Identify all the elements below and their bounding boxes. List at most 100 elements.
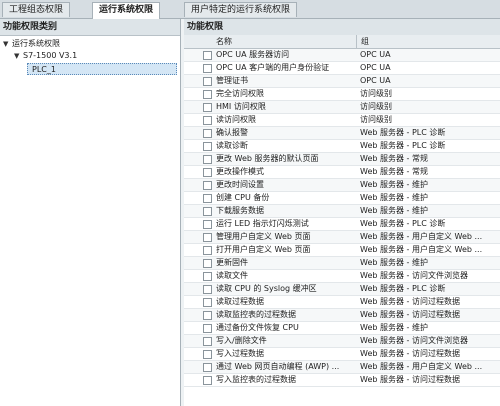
- table-row[interactable]: 管理用户自定义 Web 页面 Web 服务器 - 用户自定义 Web ...: [184, 231, 500, 244]
- tab-bar: 工程组态权限 运行系统权限 用户特定的运行系统权限: [0, 0, 500, 19]
- permission-name: 更改时间设置: [216, 180, 264, 189]
- permissions-table: OPC UA 服务器访问 OPC UA OPC UA 客户端的用户身份验证 OPC U…: [184, 49, 500, 387]
- permission-checkbox[interactable]: [203, 259, 212, 268]
- tree-item-plc-1[interactable]: PLC_1: [27, 63, 177, 75]
- permission-name: 确认报警: [216, 128, 248, 137]
- table-row[interactable]: 写入/删除文件 Web 服务器 - 访问文件浏览器: [184, 335, 500, 348]
- permission-checkbox[interactable]: [203, 350, 212, 359]
- permission-checkbox[interactable]: [203, 363, 212, 372]
- permission-checkbox[interactable]: [203, 337, 212, 346]
- permission-group: Web 服务器 - 访问过程数据: [360, 375, 460, 384]
- permission-group: Web 服务器 - PLC 诊断: [360, 128, 446, 137]
- permission-checkbox[interactable]: [203, 246, 212, 255]
- permission-group: Web 服务器 - 常规: [360, 154, 428, 163]
- table-row[interactable]: OPC UA 服务器访问 OPC UA: [184, 49, 500, 62]
- permission-checkbox[interactable]: [203, 311, 212, 320]
- permission-checkbox[interactable]: [203, 155, 212, 164]
- table-row[interactable]: 更改 Web 服务器的默认页面 Web 服务器 - 常规: [184, 153, 500, 166]
- permission-checkbox[interactable]: [203, 90, 212, 99]
- table-row[interactable]: 通过 Web 网页自动编程 (AWP) ... Web 服务器 - 用户自定义 W…: [184, 361, 500, 374]
- table-row[interactable]: HMI 访问权限 访问级别: [184, 101, 500, 114]
- permission-name: 读取 CPU 的 Syslog 缓冲区: [216, 284, 317, 293]
- table-row[interactable]: 读取诊断 Web 服务器 - PLC 诊断: [184, 140, 500, 153]
- permission-name: 下载服务数据: [216, 206, 264, 215]
- table-row[interactable]: 读取监控表的过程数据 Web 服务器 - 访问过程数据: [184, 309, 500, 322]
- permission-group: Web 服务器 - 用户自定义 Web ...: [360, 232, 483, 241]
- column-header-group[interactable]: 组: [356, 35, 369, 48]
- table-row[interactable]: 下载服务数据 Web 服务器 - 维护: [184, 205, 500, 218]
- permission-checkbox[interactable]: [203, 285, 212, 294]
- table-row[interactable]: 通过备份文件恢复 CPU Web 服务器 - 维护: [184, 322, 500, 335]
- table-row[interactable]: 读取文件 Web 服务器 - 访问文件浏览器: [184, 270, 500, 283]
- permission-checkbox[interactable]: [203, 51, 212, 60]
- permission-checkbox[interactable]: [203, 324, 212, 333]
- permission-checkbox[interactable]: [203, 129, 212, 138]
- permission-checkbox[interactable]: [203, 77, 212, 86]
- permission-checkbox[interactable]: [203, 220, 212, 229]
- table-row[interactable]: 运行 LED 指示灯闪烁测试 Web 服务器 - PLC 诊断: [184, 218, 500, 231]
- table-row[interactable]: 更改操作模式 Web 服务器 - 常规: [184, 166, 500, 179]
- table-row[interactable]: 确认报警 Web 服务器 - PLC 诊断: [184, 127, 500, 140]
- permission-name: 写入过程数据: [216, 349, 264, 358]
- category-pane-title: 功能权限类别: [0, 19, 180, 36]
- permission-name: 更改操作模式: [216, 167, 264, 176]
- permission-group: Web 服务器 - 用户自定义 Web ...: [360, 362, 483, 371]
- permission-checkbox[interactable]: [203, 298, 212, 307]
- permission-group: Web 服务器 - PLC 诊断: [360, 141, 446, 150]
- permission-group: Web 服务器 - 维护: [360, 323, 428, 332]
- permission-name: 写入监控表的过程数据: [216, 375, 296, 384]
- table-row[interactable]: OPC UA 客户端的用户身份验证 OPC UA: [184, 62, 500, 75]
- tab-runtime-permissions[interactable]: 运行系统权限: [92, 2, 161, 19]
- permission-name: 更新固件: [216, 258, 248, 267]
- tab-engineering-permissions[interactable]: 工程组态权限: [2, 2, 71, 17]
- expand-arrow-icon[interactable]: ▼: [14, 50, 23, 62]
- table-row[interactable]: 更新固件 Web 服务器 - 维护: [184, 257, 500, 270]
- table-row[interactable]: 更改时间设置 Web 服务器 - 维护: [184, 179, 500, 192]
- permission-checkbox[interactable]: [203, 272, 212, 281]
- permission-group: OPC UA: [360, 76, 391, 85]
- table-row[interactable]: 读取 CPU 的 Syslog 缓冲区 Web 服务器 - PLC 诊断: [184, 283, 500, 296]
- table-row[interactable]: 打开用户自定义 Web 页面 Web 服务器 - 用户自定义 Web ...: [184, 244, 500, 257]
- permission-checkbox[interactable]: [203, 142, 212, 151]
- table-row[interactable]: 完全访问权限 访问级别: [184, 88, 500, 101]
- table-row[interactable]: 管理证书 OPC UA: [184, 75, 500, 88]
- tree-item-label: 运行系统权限: [12, 39, 60, 48]
- permission-checkbox[interactable]: [203, 64, 212, 73]
- table-row[interactable]: 读取过程数据 Web 服务器 - 访问过程数据: [184, 296, 500, 309]
- permission-checkbox[interactable]: [203, 181, 212, 190]
- table-row[interactable]: 创建 CPU 备份 Web 服务器 - 维护: [184, 192, 500, 205]
- permission-checkbox[interactable]: [203, 194, 212, 203]
- permission-name: 管理用户自定义 Web 页面: [216, 232, 311, 241]
- permission-group: 访问级别: [360, 115, 392, 124]
- tree-item-runtime-permissions[interactable]: ▼ 运行系统权限: [3, 38, 60, 50]
- table-row[interactable]: 写入过程数据 Web 服务器 - 访问过程数据: [184, 348, 500, 361]
- permission-name: 读取诊断: [216, 141, 248, 150]
- table-row[interactable]: 写入监控表的过程数据 Web 服务器 - 访问过程数据: [184, 374, 500, 387]
- permission-group: Web 服务器 - 访问文件浏览器: [360, 336, 468, 345]
- permission-group: 访问级别: [360, 102, 392, 111]
- permission-group: OPC UA: [360, 63, 391, 72]
- permission-name: 读取监控表的过程数据: [216, 310, 296, 319]
- permission-name: 通过备份文件恢复 CPU: [216, 323, 299, 332]
- table-header: 名称 组: [184, 35, 500, 49]
- permission-checkbox[interactable]: [203, 168, 212, 177]
- column-header-name[interactable]: 名称: [216, 35, 232, 48]
- tree-item-s7-1500[interactable]: ▼ S7-1500 V3.1: [14, 50, 77, 62]
- permission-name: 管理证书: [216, 76, 248, 85]
- permission-checkbox[interactable]: [203, 233, 212, 242]
- permission-name: 更改 Web 服务器的默认页面: [216, 154, 319, 163]
- tree-item-label: PLC_1: [32, 65, 56, 74]
- permission-checkbox[interactable]: [203, 103, 212, 112]
- expand-arrow-icon[interactable]: ▼: [3, 38, 12, 50]
- permission-group: Web 服务器 - 访问文件浏览器: [360, 271, 468, 280]
- permission-name: 运行 LED 指示灯闪烁测试: [216, 219, 309, 228]
- permission-checkbox[interactable]: [203, 376, 212, 385]
- table-row[interactable]: 读访问权限 访问级别: [184, 114, 500, 127]
- permission-checkbox[interactable]: [203, 116, 212, 125]
- permission-name: 写入/删除文件: [216, 336, 267, 345]
- permission-group: Web 服务器 - 访问过程数据: [360, 297, 460, 306]
- function-permissions-pane: 功能权限 名称 组 OPC UA 服务器访问 OPC UA OPC UA 客户端的用…: [184, 19, 500, 406]
- tab-user-runtime-permissions[interactable]: 用户特定的运行系统权限: [184, 2, 298, 17]
- permission-checkbox[interactable]: [203, 207, 212, 216]
- function-category-pane: 功能权限类别 ▼ 运行系统权限 ▼ S7-1500 V3.1 PLC_1: [0, 19, 181, 406]
